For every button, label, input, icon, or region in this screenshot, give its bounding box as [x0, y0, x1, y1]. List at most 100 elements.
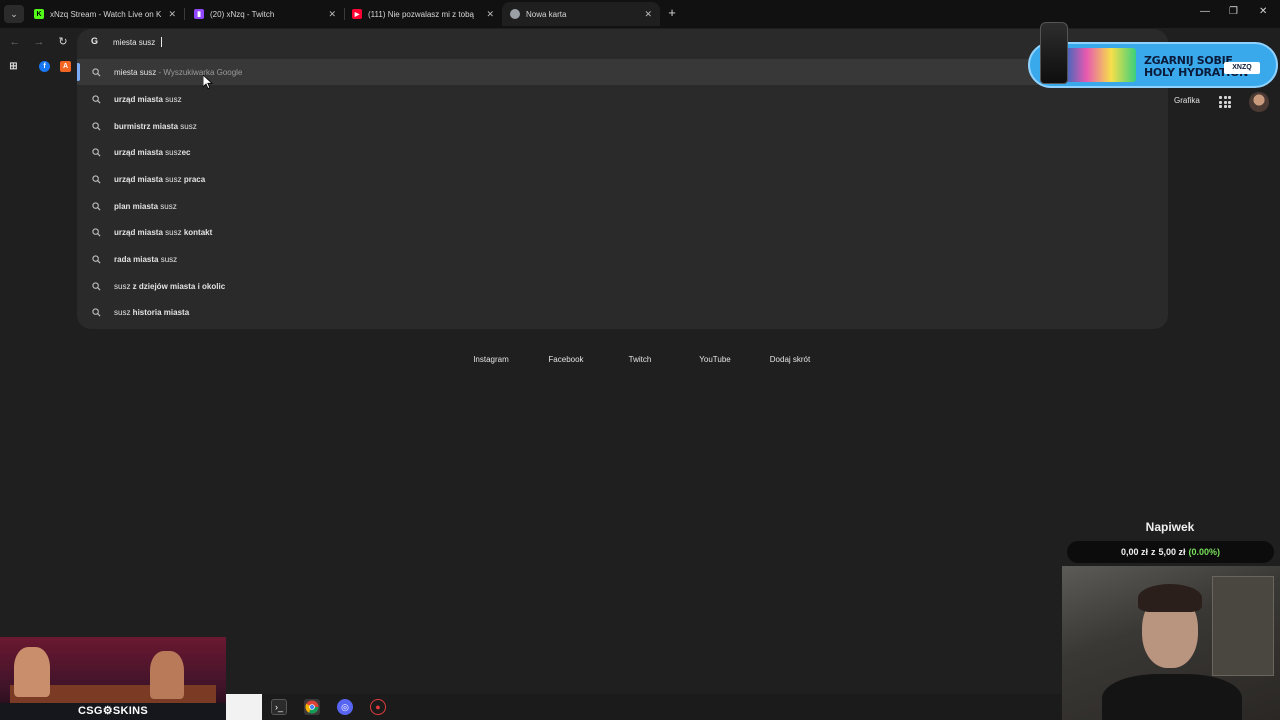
- ad-promo-code: XNZQ: [1224, 62, 1260, 74]
- search-icon: [92, 281, 101, 291]
- facebook-icon[interactable]: f: [39, 61, 50, 72]
- suggestion-text: urząd miasta susz kontakt: [114, 228, 212, 237]
- tab-youtube[interactable]: ▶ (111) Nie pozwalasz mi z tobą ✕: [344, 2, 502, 26]
- suggestion-part: susz: [162, 94, 182, 104]
- search-icon: [92, 307, 101, 317]
- suggestion-part: susz: [178, 121, 197, 131]
- recorder-icon[interactable]: ●: [370, 699, 386, 715]
- chrome-logo-icon: [305, 700, 319, 714]
- new-tab-button[interactable]: +: [664, 5, 680, 21]
- search-icon: [92, 94, 101, 104]
- suggestion-text: rada miasta susz: [114, 255, 177, 264]
- suggestion-part: plan miasta: [114, 201, 159, 211]
- sponsor-ad-banner: ZGARNIJ SOBIE HOLY HYDRATION XNZQ: [1028, 22, 1278, 88]
- suggestion-text: urząd miasta susz: [114, 95, 182, 104]
- omnibox-input-row: G: [77, 29, 1168, 55]
- google-apps-icon[interactable]: [1219, 96, 1231, 108]
- webcam-person-hair: [1138, 584, 1202, 612]
- shortcut-label: YouTube: [699, 355, 731, 364]
- omnibox-suggestion[interactable]: urząd miasta susz kontakt: [77, 219, 1168, 245]
- mouse-cursor-icon: [203, 75, 213, 89]
- close-icon[interactable]: ✕: [486, 9, 494, 20]
- tab-separator: [184, 8, 185, 20]
- twitch-icon: ▮: [194, 9, 204, 19]
- suggestion-part: ec: [181, 147, 191, 157]
- shortcut-label: Twitch: [628, 355, 652, 364]
- suggestion-text: susz z dziejów miasta i okolic: [114, 282, 225, 291]
- tip-percent: (0.00%): [1188, 547, 1221, 557]
- suggestion-part: rada miasta: [114, 254, 159, 264]
- sponsor-brand: CSG⚙SKINS: [0, 703, 226, 720]
- suggestion-text: plan miasta susz: [114, 202, 177, 211]
- suggestion-hint: - Wyszukiwarka Google: [156, 67, 243, 77]
- images-link[interactable]: Grafika: [1174, 96, 1200, 105]
- taskbar-search-box[interactable]: [226, 694, 262, 720]
- sponsor-banner: CSG⚙SKINS: [0, 637, 226, 720]
- omnibox-suggestion[interactable]: urząd miasta suszec: [77, 139, 1168, 165]
- sponsor-art-figure: [14, 647, 50, 697]
- address-bar-input[interactable]: [113, 35, 513, 49]
- webcam-person-body: [1102, 674, 1242, 720]
- tab-new-tab[interactable]: Nowa karta ✕: [502, 2, 660, 26]
- back-button[interactable]: ←: [7, 34, 23, 50]
- youtube-icon: ▶: [352, 9, 362, 19]
- suggestion-part: urząd miasta: [114, 174, 163, 184]
- close-icon[interactable]: ✕: [644, 9, 652, 20]
- omnibox-suggestion[interactable]: susz historia miasta: [77, 299, 1168, 325]
- tip-goal-bar: 0,00 zł z 5,00 zł (0.00%): [1067, 541, 1274, 563]
- bookmark-app-icon[interactable]: A: [60, 61, 71, 72]
- kick-icon: K: [34, 9, 44, 19]
- search-icon: [92, 67, 101, 77]
- omnibox-suggestion[interactable]: plan miasta susz: [77, 193, 1168, 219]
- suggestion-part: praca: [183, 174, 206, 184]
- webcam-feed: [1062, 566, 1280, 720]
- webcam-background-shelf: [1212, 576, 1274, 676]
- suggestion-part: z dziejów miasta i okolic: [130, 281, 226, 291]
- discord-icon[interactable]: ◎: [337, 699, 353, 715]
- suggestion-part: burmistrz miasta: [114, 121, 179, 131]
- tab-search-button[interactable]: ⌄: [4, 5, 24, 23]
- shortcut-label: Facebook: [548, 355, 584, 364]
- tab-title: (111) Nie pozwalasz mi z tobą: [368, 9, 474, 19]
- window-close-button[interactable]: ✕: [1259, 6, 1267, 17]
- search-icon: [92, 121, 101, 131]
- minimize-button[interactable]: —: [1200, 6, 1210, 17]
- suggestion-part: susz: [114, 281, 131, 291]
- suggestion-part: historia miasta: [130, 307, 190, 317]
- suggestion-part: urząd miasta: [114, 147, 163, 157]
- tab-twitch[interactable]: ▮ (20) xNzq - Twitch ✕: [186, 2, 344, 26]
- omnibox-suggestion[interactable]: burmistrz miasta susz: [77, 113, 1168, 139]
- terminal-icon[interactable]: ›_: [271, 699, 287, 715]
- shaker-bottle-image: [1040, 22, 1068, 84]
- chrome-icon[interactable]: [304, 699, 320, 715]
- tab-title: Nowa karta: [526, 9, 567, 19]
- search-icon: [92, 227, 101, 237]
- restore-button[interactable]: ❐: [1229, 6, 1238, 17]
- omnibox-suggestion[interactable]: susz z dziejów miasta i okolic: [77, 273, 1168, 299]
- chrome-icon: [510, 9, 520, 19]
- close-icon[interactable]: ✕: [328, 9, 336, 20]
- omnibox-suggestion[interactable]: urząd miasta susz praca: [77, 166, 1168, 192]
- tab-title: (20) xNzq - Twitch: [210, 9, 275, 19]
- tab-kick[interactable]: K xNzq Stream - Watch Live on K ✕: [26, 2, 184, 26]
- forward-button[interactable]: →: [31, 34, 47, 50]
- suggestion-text: urząd miasta suszec: [114, 148, 190, 157]
- omnibox-suggestion[interactable]: rada miasta susz: [77, 246, 1168, 272]
- tip-current: 0,00 zł: [1120, 547, 1148, 557]
- suggestion-text: miesta susz - Wyszukiwarka Google: [114, 68, 242, 77]
- reload-button[interactable]: ↻: [55, 34, 71, 50]
- omnibox-suggestion[interactable]: miesta susz - Wyszukiwarka Google: [77, 59, 1168, 85]
- search-icon: [92, 147, 101, 157]
- suggestion-part: susz: [114, 307, 131, 317]
- omnibox-dropdown: G miesta susz - Wyszukiwarka Google urząd…: [77, 29, 1168, 329]
- suggestion-part: susz: [158, 201, 177, 211]
- omnibox-suggestion[interactable]: urząd miasta susz: [77, 86, 1168, 112]
- suggestion-text: susz historia miasta: [114, 308, 189, 317]
- apps-grid-icon[interactable]: ⊞: [8, 61, 19, 72]
- avatar[interactable]: [1249, 92, 1269, 112]
- suggestion-text: burmistrz miasta susz: [114, 122, 197, 131]
- tip-goal-title: Napiwek: [1145, 520, 1195, 534]
- close-icon[interactable]: ✕: [168, 9, 176, 20]
- shortcut-label: Dodaj skrót: [769, 355, 811, 364]
- suggestion-part: urząd miasta: [114, 94, 163, 104]
